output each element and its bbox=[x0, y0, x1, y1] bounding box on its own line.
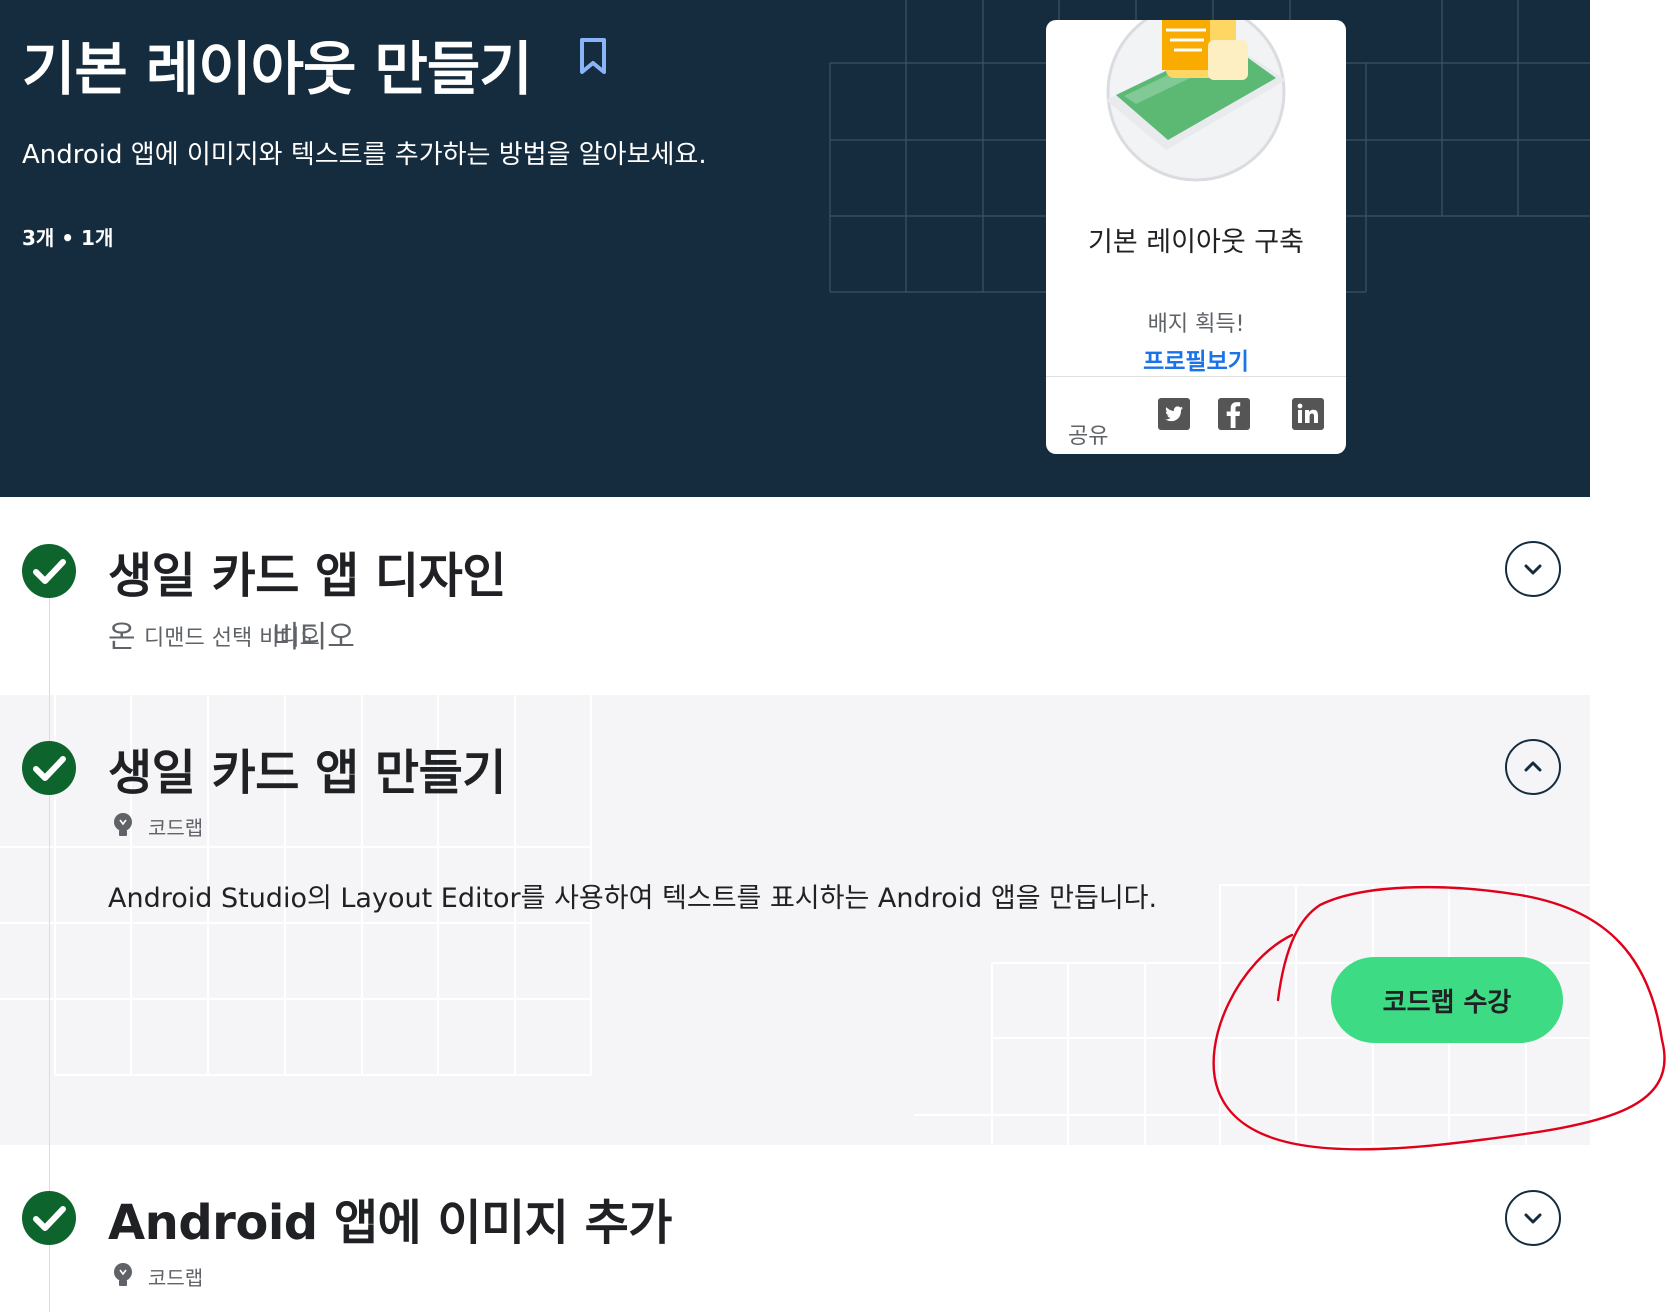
facebook-icon[interactable] bbox=[1218, 398, 1250, 430]
expand-step-button[interactable] bbox=[1505, 541, 1561, 597]
course-header: 기본 레이아웃 만들기 Android 앱에 이미지와 텍스트를 추가하는 방법… bbox=[0, 0, 1590, 497]
badge-illustration bbox=[1106, 20, 1286, 182]
step-title[interactable]: 생일 카드 앱 만들기 bbox=[108, 733, 506, 803]
twitter-icon[interactable] bbox=[1158, 398, 1190, 430]
page-subtitle: Android 앱에 이미지와 텍스트를 추가하는 방법을 알아보세요. bbox=[22, 140, 707, 170]
expand-step-button[interactable] bbox=[1505, 1190, 1561, 1246]
start-codelab-button[interactable]: 코드랩 수강 bbox=[1331, 957, 1563, 1043]
step-title[interactable]: Android 앱에 이미지 추가 bbox=[108, 1183, 672, 1253]
lightbulb-icon bbox=[114, 1263, 132, 1286]
step-completed-check-icon bbox=[22, 1191, 76, 1245]
step-type-overlapping-text: 온 디맨드 선택 비디오 비디오 bbox=[108, 612, 408, 655]
chevron-down-icon bbox=[1524, 1213, 1542, 1224]
step-completed-check-icon bbox=[22, 544, 76, 598]
step-type-fragment: 온 bbox=[108, 620, 136, 655]
badge-divider bbox=[1046, 376, 1346, 377]
step-title[interactable]: 생일 카드 앱 디자인 bbox=[108, 536, 506, 606]
lightbulb-icon bbox=[114, 813, 132, 836]
badge-earned-label: 배지 획득! bbox=[1147, 312, 1245, 337]
step-type-label: 코드랩 bbox=[148, 816, 204, 840]
step-completed-check-icon bbox=[22, 741, 76, 795]
badge-card: 기본 레이아웃 구축 배지 획득! 프로필보기 공유 bbox=[1046, 20, 1346, 454]
view-profile-link[interactable]: 프로필보기 bbox=[1046, 342, 1346, 376]
collapse-step-button[interactable] bbox=[1505, 739, 1561, 795]
chevron-down-icon bbox=[1524, 564, 1542, 575]
share-label: 공유 bbox=[1068, 424, 1109, 449]
linkedin-icon[interactable] bbox=[1292, 398, 1324, 430]
step-description: Android Studio의 Layout Editor를 사용하여 텍스트를… bbox=[108, 883, 1158, 914]
chevron-up-icon bbox=[1524, 761, 1542, 772]
badge-name: 기본 레이아웃 구축 bbox=[1088, 227, 1304, 258]
step-type-fragment: 비디오 bbox=[272, 620, 355, 655]
page-title: 기본 레이아웃 만들기 bbox=[22, 35, 533, 103]
course-meta: 3개 • 1개 bbox=[22, 226, 114, 250]
bookmark-icon[interactable] bbox=[578, 36, 608, 76]
step-type-label: 코드랩 bbox=[148, 1266, 204, 1290]
